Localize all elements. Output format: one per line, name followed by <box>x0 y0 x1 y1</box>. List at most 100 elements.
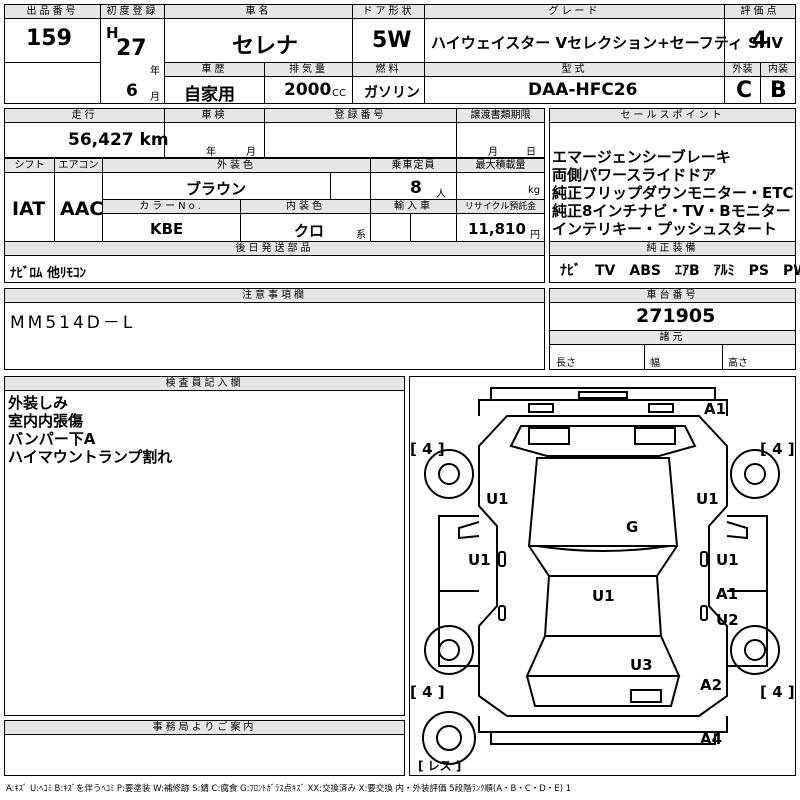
mileage-label: 走行 <box>5 109 164 123</box>
inspector-line: 室内内張傷 <box>8 412 84 430</box>
tire-rear-right: [ 4 ] <box>760 683 795 701</box>
car-name: セレナ <box>232 34 299 59</box>
recycle-value: 11,810 <box>468 220 526 238</box>
tire-front-left: [ 4 ] <box>410 440 445 458</box>
notes-text: MM514D－L <box>10 313 136 333</box>
mileage-value: 56,427 km <box>68 130 169 150</box>
transfer-day-unit: 日 <box>526 147 536 158</box>
grade-label: グレード <box>425 5 724 19</box>
dims-label: 諸元 <box>550 331 795 345</box>
disp-label: 排気量 <box>265 63 352 77</box>
sales-point-label: セールスポイント <box>550 109 795 123</box>
sales-line: 純正8インチナビ・TV・Bモニター <box>552 202 791 220</box>
inspector-line: ハイマウントランプ割れ <box>8 448 173 466</box>
dims-width: 幅 <box>650 358 660 369</box>
color-label: 外装色 <box>103 159 370 173</box>
door-type: 5W <box>372 28 412 53</box>
inspector-line: バンパー下A <box>8 430 96 448</box>
shift-value: IAT <box>12 198 46 220</box>
equip-value: ﾅﾋﾞ TV ABS ｴｱB ｱﾙﾐ PS PW <box>560 263 800 279</box>
equip-label: 純正装備 <box>550 242 795 256</box>
sales-point-lines: エマージェンシーブレーキ 両側パワースライドドア 純正フリップダウンモニター・E… <box>552 148 794 238</box>
inspection-year-unit: 年 <box>206 147 216 158</box>
ext-value: C <box>736 78 753 103</box>
mark-front-bumper: A1 <box>704 400 727 418</box>
interior-label: 内装色 <box>241 200 370 214</box>
model-label: 型式 <box>425 63 724 77</box>
import-label: 輸入車 <box>371 200 456 214</box>
transfer-month-unit: 月 <box>488 147 498 158</box>
recycle-label: リサイクル預託金 <box>457 200 544 214</box>
door-label: ドア形状 <box>353 5 424 19</box>
mark-hood: G <box>626 518 639 536</box>
notes-label: 注意事項欄 <box>5 289 544 303</box>
transfer-label: 譲渡書類期限 <box>457 109 544 123</box>
color-value: ブラウン <box>186 180 247 198</box>
recycle-unit: 円 <box>530 230 540 241</box>
lot-label: 出品番号 <box>5 5 100 19</box>
mark-mid-right: U1 <box>716 551 739 569</box>
mark-rear-bumper: A4 <box>700 730 723 748</box>
shift-label: シフト <box>5 159 54 173</box>
inspector-line: 外装しみ <box>8 394 69 412</box>
color-no-label: カラーNo. <box>103 200 240 214</box>
inspection-label: 車検 <box>165 109 264 123</box>
ext-label: 外装 <box>725 63 760 77</box>
later-label: 後日発送部品 <box>5 242 544 256</box>
history-label: 車歴 <box>165 63 264 77</box>
mark-front-left: U1 <box>486 490 509 508</box>
disp-value: 2000 <box>284 80 332 100</box>
chassis-label: 車台番号 <box>550 289 795 303</box>
score-value: 4 <box>752 28 768 53</box>
history-value: 自家用 <box>184 85 235 105</box>
legend: A:ｷｽﾞ U:ﾍｺﾐ B:ｷｽﾞを伴うﾍｺﾐ P:要塗装 W:補修跡 S:錆 … <box>6 784 572 794</box>
ac-value: AAC <box>60 198 104 220</box>
grade-value: ハイウェイスター Vセレクション+セーフティ SHV <box>431 34 784 52</box>
tire-rear-right-value: 4 <box>772 683 783 701</box>
dims-length: 長さ <box>556 358 576 369</box>
office-label: 事務局よりご案内 <box>5 721 404 735</box>
dims-height: 高さ <box>728 358 748 369</box>
sales-line: エマージェンシーブレーキ <box>552 148 731 166</box>
inspector-lines: 外装しみ 室内内張傷 バンパー下A ハイマウントランプ割れ <box>8 394 172 466</box>
int-label: 内装 <box>761 63 795 77</box>
int-value: B <box>770 78 787 103</box>
mark-mid-left: U1 <box>468 551 491 569</box>
ac-label: エアコン <box>55 159 102 173</box>
regno-label: 登録番号 <box>265 109 456 123</box>
tire-rear-left-value: 4 <box>422 683 433 701</box>
load-label: 最大積載量 <box>457 159 544 173</box>
fuel-label: 燃料 <box>353 63 424 77</box>
score-label: 評価点 <box>725 5 795 19</box>
color-no-value: KBE <box>150 220 184 238</box>
lot-number: 159 <box>26 26 72 51</box>
mark-front-right: U1 <box>696 490 719 508</box>
reg-year: 27 <box>116 36 147 61</box>
spare-tire-value: レス <box>427 759 452 773</box>
capacity-label: 乗車定員 <box>371 159 456 173</box>
capacity-unit: 人 <box>436 189 446 200</box>
fuel-value: ガソリン <box>364 85 420 101</box>
mark-roof: U1 <box>592 587 615 605</box>
inspector-label: 検査員記入欄 <box>5 377 404 391</box>
chassis-value: 271905 <box>636 305 716 327</box>
interior-unit: 系 <box>356 230 366 241</box>
load-unit: kg <box>528 185 541 196</box>
tire-front-right: [ 4 ] <box>760 440 795 458</box>
mark-rear-a1: A1 <box>716 585 739 603</box>
name-label: 車名 <box>165 5 352 19</box>
sales-line: インテリキー・プッシュスタート <box>552 220 778 238</box>
interior-value: クロ <box>294 222 325 240</box>
mark-rear-quarter: A2 <box>700 676 723 694</box>
reg-label: 初度登録 <box>101 5 164 19</box>
sales-line: 両側パワースライドドア <box>552 166 717 184</box>
capacity-value: 8 <box>410 178 422 198</box>
inspection-month-unit: 月 <box>246 147 256 158</box>
mark-back-door: U3 <box>630 656 653 674</box>
tire-front-left-value: 4 <box>422 440 433 458</box>
model-value: DAA-HFC26 <box>528 80 638 100</box>
tire-front-right-value: 4 <box>772 440 783 458</box>
reg-month: 6 <box>126 81 138 101</box>
sales-line: 純正フリップダウンモニター・ETC <box>552 184 794 202</box>
later-value: ﾅﾋﾞﾛﾑ 他ﾘﾓｺﾝ <box>10 266 87 281</box>
